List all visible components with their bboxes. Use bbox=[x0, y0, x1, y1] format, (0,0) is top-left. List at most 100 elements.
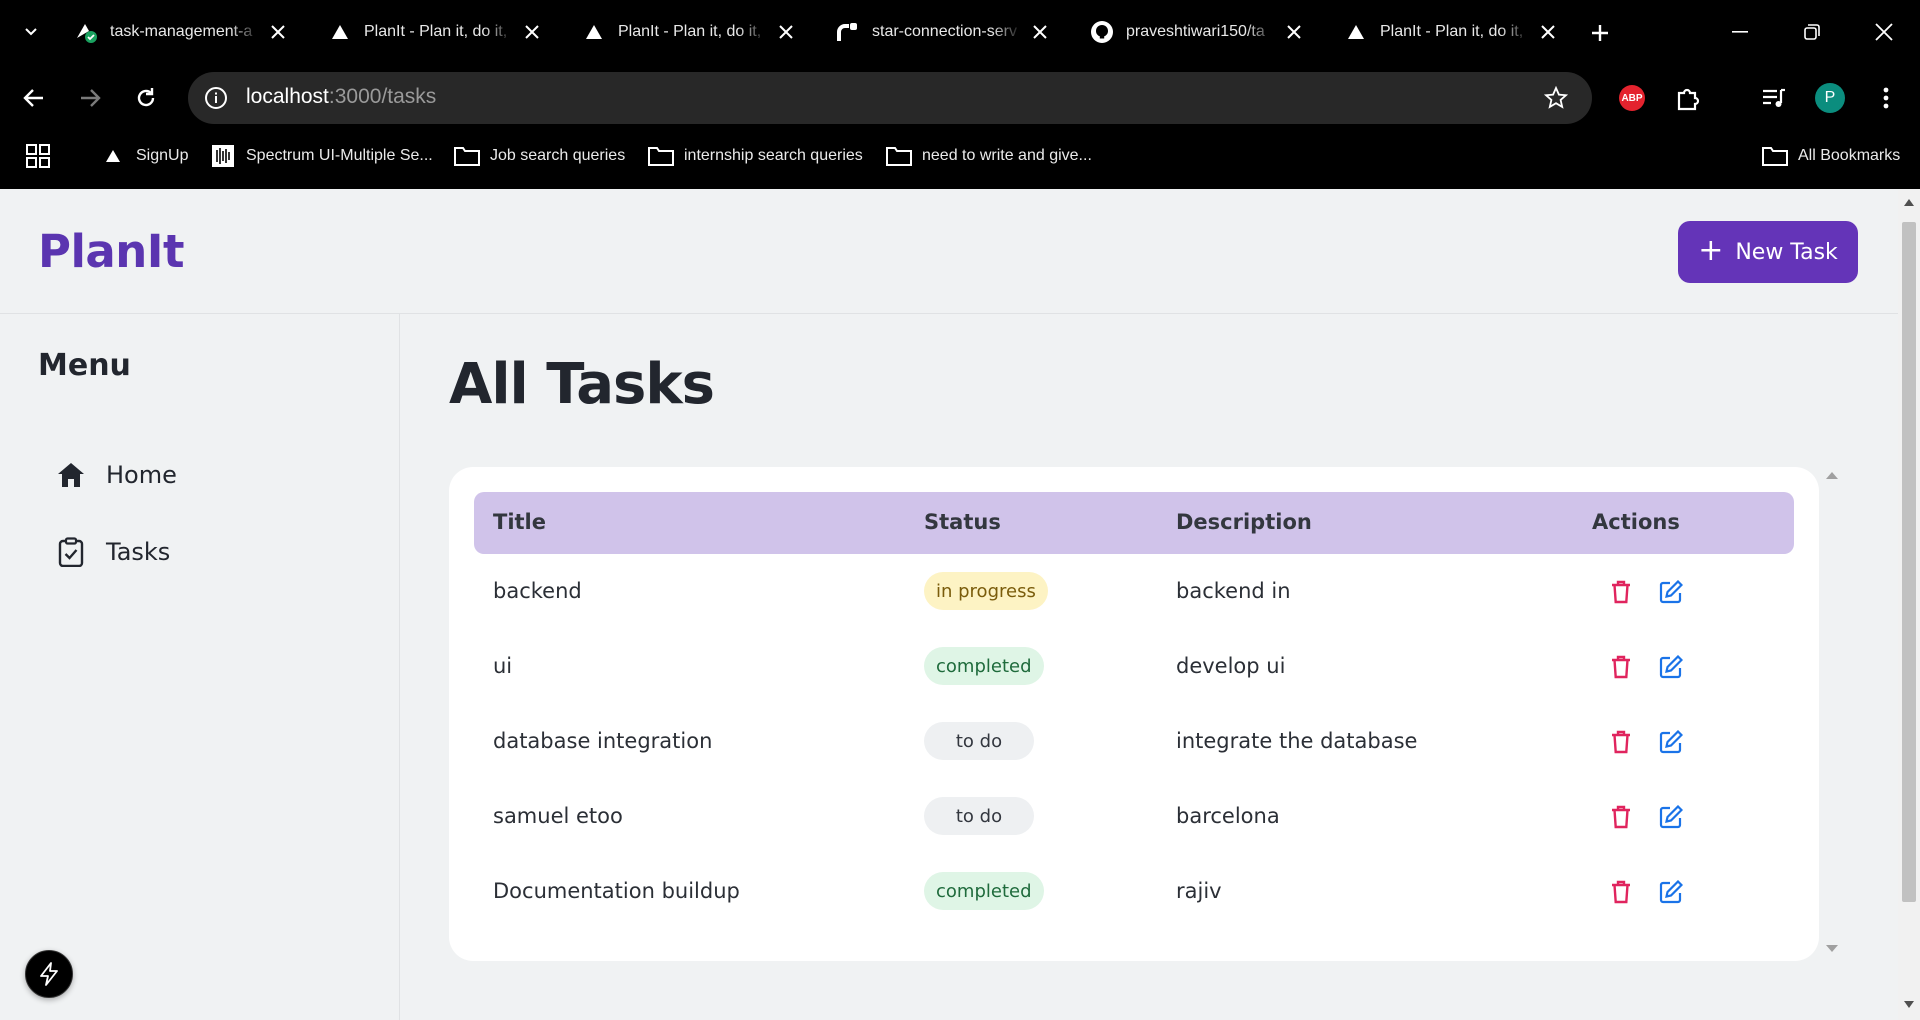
bookmark-star-icon[interactable] bbox=[1542, 84, 1570, 112]
extensions-button[interactable] bbox=[1670, 80, 1706, 116]
arrow-right-icon bbox=[81, 89, 101, 107]
app-header: PlanIt + New Task bbox=[0, 189, 1898, 314]
close-icon[interactable] bbox=[774, 20, 798, 44]
url-host: localhost bbox=[246, 85, 329, 108]
delete-icon[interactable] bbox=[1606, 577, 1636, 607]
bookmark-label: All Bookmarks bbox=[1798, 147, 1901, 164]
close-icon[interactable] bbox=[520, 20, 544, 44]
apps-grid-icon bbox=[26, 144, 50, 168]
browser-tab[interactable]: PlanIt - Plan it, do it, bbox=[1332, 10, 1582, 54]
delete-icon[interactable] bbox=[1606, 877, 1636, 907]
kebab-menu-icon bbox=[1883, 87, 1889, 109]
scroll-up-arrow[interactable] bbox=[1904, 199, 1914, 206]
close-icon bbox=[1875, 23, 1893, 41]
playlist-music-icon bbox=[1763, 88, 1785, 107]
reload-button[interactable] bbox=[128, 80, 164, 116]
browser-tab[interactable]: star-connection-serv bbox=[824, 10, 1074, 54]
apps-button[interactable] bbox=[26, 142, 50, 170]
clipboard-check-icon bbox=[56, 537, 86, 567]
dev-tools-button[interactable] bbox=[25, 950, 73, 998]
scroll-down-arrow[interactable] bbox=[1904, 1001, 1914, 1008]
column-header-description: Description bbox=[1176, 510, 1312, 534]
bookmark-label: need to write and give... bbox=[922, 147, 1092, 164]
task-description: integrate the database bbox=[1176, 729, 1418, 753]
plus-icon: + bbox=[1698, 232, 1724, 268]
table-scroll-down-arrow[interactable] bbox=[1825, 945, 1839, 955]
tab-search-button[interactable] bbox=[18, 18, 44, 44]
reload-icon bbox=[137, 88, 155, 107]
restore-icon bbox=[1804, 24, 1820, 40]
close-icon[interactable] bbox=[1028, 20, 1052, 44]
vercel-deploy-icon bbox=[74, 20, 98, 44]
bookmark-label: Job search queries bbox=[490, 147, 626, 164]
scrollbar-thumb[interactable] bbox=[1902, 222, 1916, 902]
sidebar-item-label: Tasks bbox=[106, 538, 171, 566]
delete-icon[interactable] bbox=[1606, 727, 1636, 757]
adblock-extension-button[interactable]: ABP bbox=[1614, 80, 1650, 116]
new-task-button[interactable]: + New Task bbox=[1678, 221, 1858, 283]
all-bookmarks-folder[interactable]: All Bookmarks bbox=[1762, 142, 1900, 170]
sidebar-item-tasks[interactable]: Tasks bbox=[56, 530, 170, 574]
browser-tab[interactable]: PlanIt - Plan it, do it, bbox=[570, 10, 820, 54]
page-title: All Tasks bbox=[449, 352, 715, 417]
bookmark-label: SignUp bbox=[136, 147, 189, 164]
avatar: P bbox=[1815, 83, 1845, 113]
minimize-button[interactable] bbox=[1720, 14, 1760, 50]
page-scrollbar[interactable] bbox=[1898, 189, 1920, 1020]
sidebar-item-home[interactable]: Home bbox=[56, 453, 177, 497]
table-scroll-up-arrow[interactable] bbox=[1825, 472, 1839, 482]
folder-icon bbox=[886, 144, 912, 168]
bookmark-folder[interactable]: need to write and give... bbox=[886, 142, 1092, 170]
task-title: Documentation buildup bbox=[493, 879, 740, 903]
delete-icon[interactable] bbox=[1606, 802, 1636, 832]
tab-title: star-connection-serv bbox=[872, 23, 1017, 40]
lightning-icon bbox=[40, 962, 58, 986]
close-icon[interactable] bbox=[1282, 20, 1306, 44]
media-controls-button[interactable] bbox=[1756, 80, 1792, 116]
task-title: backend bbox=[493, 579, 582, 603]
bookmark-folder[interactable]: internship search queries bbox=[648, 142, 863, 170]
browser-menu-button[interactable] bbox=[1868, 80, 1904, 116]
folder-icon bbox=[648, 144, 674, 168]
task-title: ui bbox=[493, 654, 513, 678]
back-button[interactable] bbox=[16, 80, 52, 116]
address-bar[interactable]: localhost:3000/tasks bbox=[188, 72, 1592, 124]
edit-icon[interactable] bbox=[1656, 652, 1686, 682]
browser-tab[interactable]: task-management-a bbox=[62, 10, 312, 54]
brand-logo[interactable]: PlanIt bbox=[38, 225, 185, 278]
close-window-button[interactable] bbox=[1864, 14, 1904, 50]
task-description: rajiv bbox=[1176, 879, 1222, 903]
table-row: ui completed develop ui bbox=[474, 630, 1794, 705]
profile-button[interactable]: P bbox=[1812, 80, 1848, 116]
triangle-icon bbox=[100, 144, 126, 168]
site-info-icon[interactable] bbox=[202, 84, 230, 112]
edit-icon[interactable] bbox=[1656, 727, 1686, 757]
tab-title: praveshtiwari150/ta bbox=[1126, 23, 1265, 40]
browser-toolbar: localhost:3000/tasks ABP P bbox=[0, 64, 1920, 132]
new-tab-button[interactable] bbox=[1585, 18, 1615, 48]
bookmarks-bar: SignUp Spectrum UI-Multiple Se... Job se… bbox=[0, 132, 1920, 180]
edit-icon[interactable] bbox=[1656, 577, 1686, 607]
edit-icon[interactable] bbox=[1656, 802, 1686, 832]
close-icon[interactable] bbox=[266, 20, 290, 44]
tab-title: task-management-a bbox=[110, 23, 253, 40]
tab-title: PlanIt - Plan it, do it, bbox=[618, 23, 762, 40]
delete-icon[interactable] bbox=[1606, 652, 1636, 682]
column-header-title: Title bbox=[493, 510, 547, 534]
arrow-left-icon bbox=[23, 89, 43, 107]
column-header-actions: Actions bbox=[1592, 510, 1680, 534]
browser-tab[interactable]: PlanIt - Plan it, do it, bbox=[316, 10, 566, 54]
edit-icon[interactable] bbox=[1656, 877, 1686, 907]
bookmark-item[interactable]: SignUp bbox=[100, 142, 188, 170]
close-icon[interactable] bbox=[1536, 20, 1560, 44]
puzzle-icon bbox=[1677, 88, 1700, 111]
forward-button[interactable] bbox=[72, 80, 108, 116]
bookmark-item[interactable]: Spectrum UI-Multiple Se... bbox=[210, 142, 433, 170]
sidebar: Menu Home Tasks bbox=[0, 314, 400, 1020]
restore-button[interactable] bbox=[1792, 14, 1832, 50]
url-text[interactable]: localhost:3000/tasks bbox=[246, 85, 436, 109]
status-badge: completed bbox=[924, 872, 1044, 910]
abp-icon: ABP bbox=[1619, 85, 1645, 111]
browser-tab[interactable]: praveshtiwari150/ta bbox=[1078, 10, 1328, 54]
bookmark-folder[interactable]: Job search queries bbox=[454, 142, 625, 170]
